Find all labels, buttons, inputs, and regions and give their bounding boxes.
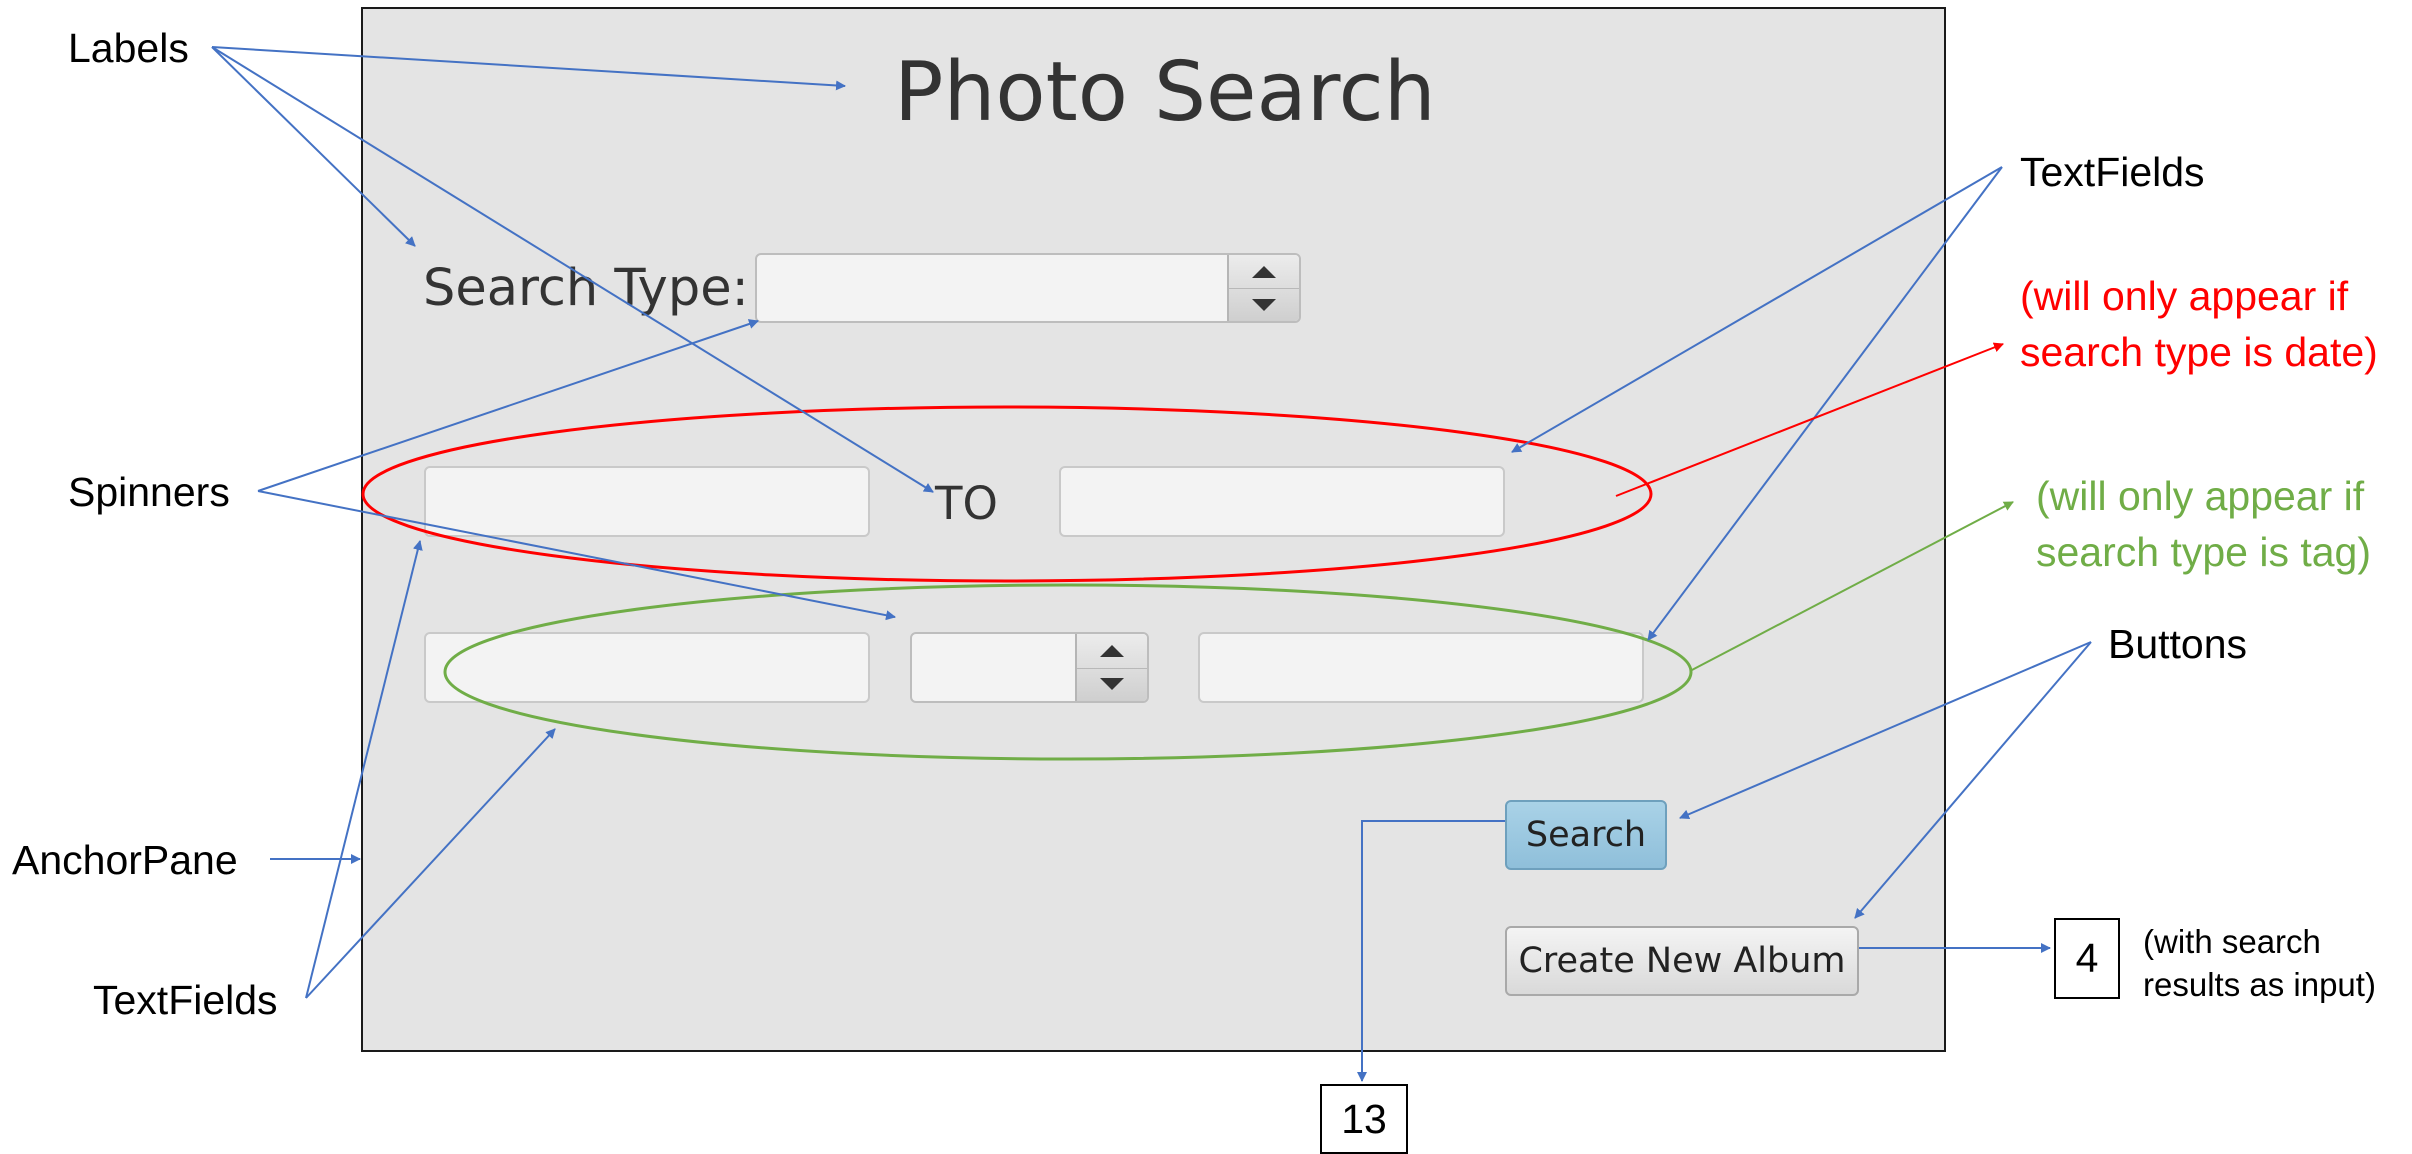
tag-note-line2: search type is tag) <box>2036 529 2371 575</box>
annotation-textfields-left: TextFields <box>93 977 278 1023</box>
arrow-textfields-tag-name <box>305 728 556 999</box>
target-box-13: 13 <box>1320 1084 1408 1154</box>
date-note-line2: search type is date) <box>2020 329 2378 375</box>
arrow-buttons-search <box>1679 641 2092 820</box>
arrow-spinners-search-type <box>257 319 759 492</box>
input-note-line1: (with search <box>2143 923 2321 960</box>
arrow-textfields-date-to <box>1511 166 2003 453</box>
input-note-line2: results as input) <box>2143 966 2376 1003</box>
annotation-anchor-pane: AnchorPane <box>12 837 238 883</box>
date-visibility-note: (will only appear if search type is date… <box>2020 268 2378 380</box>
arrow-date-note <box>1615 342 2004 497</box>
tag-note-line1: (will only appear if <box>2036 473 2365 519</box>
arrow-labels-search-type <box>211 46 416 247</box>
tag-group-ellipse <box>443 583 1693 761</box>
date-note-line1: (will only appear if <box>2020 273 2349 319</box>
arrow-tag-note <box>1689 501 2014 672</box>
arrow-search-to-13 <box>1357 820 1505 1082</box>
date-group-ellipse <box>361 405 1653 583</box>
arrow-textfields-tag-value <box>1647 166 2003 641</box>
arrow-textfields-date-from <box>305 540 423 999</box>
arrow-labels-title <box>211 46 846 91</box>
target-box-4: 4 <box>2054 918 2120 999</box>
tag-visibility-note: (will only appear if search type is tag) <box>2036 468 2371 580</box>
annotation-labels: Labels <box>68 25 189 71</box>
arrow-labels-to <box>211 46 934 493</box>
annotation-spinners: Spinners <box>68 469 230 515</box>
input-note: (with search results as input) <box>2143 920 2376 1006</box>
arrow-spinners-tag <box>257 490 896 621</box>
annotation-buttons: Buttons <box>2108 621 2248 667</box>
annotation-textfields-right: TextFields <box>2020 149 2205 195</box>
arrow-buttons-create <box>1854 641 2092 919</box>
